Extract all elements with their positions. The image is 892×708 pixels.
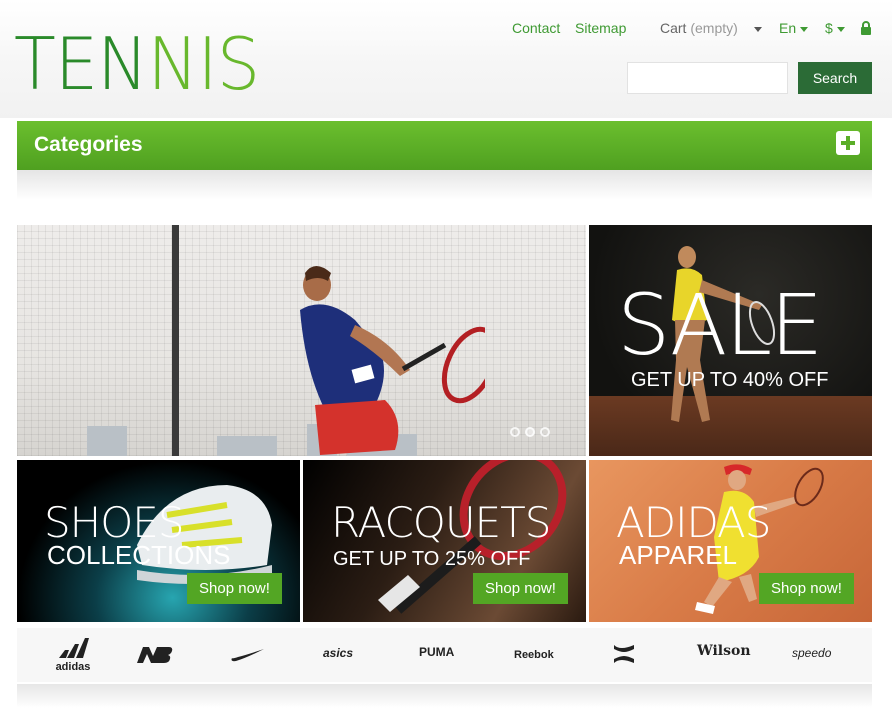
shop-now-button[interactable]: Shop now! bbox=[187, 573, 282, 604]
cart-dropdown[interactable]: Cart (empty) bbox=[660, 20, 762, 36]
city-building bbox=[217, 436, 277, 456]
brand-logos: adidas asics PUMA Reebok Wilson speedo bbox=[17, 628, 872, 682]
expand-plus-icon[interactable] bbox=[836, 131, 860, 155]
sitemap-link[interactable]: Sitemap bbox=[575, 20, 626, 36]
wilson-logo[interactable]: Wilson bbox=[697, 643, 751, 659]
currency-label: $ bbox=[825, 20, 833, 36]
racquets-banner[interactable]: RACQUETS GET UP TO 25% OFF Shop now! bbox=[303, 460, 586, 622]
search-input[interactable] bbox=[627, 62, 788, 94]
slider-dot[interactable] bbox=[510, 427, 520, 437]
reebok-logo[interactable]: Reebok bbox=[514, 649, 554, 661]
contact-link[interactable]: Contact bbox=[512, 20, 560, 36]
under-armour-logo[interactable] bbox=[610, 643, 638, 670]
new-balance-icon bbox=[137, 647, 173, 663]
tennis-player-image bbox=[300, 266, 485, 455]
adidas-heading: ADIDAS bbox=[616, 498, 771, 547]
adidas-logo[interactable]: adidas bbox=[53, 638, 93, 673]
sale-title: SALE bbox=[617, 276, 823, 374]
cart-label: Cart bbox=[660, 20, 687, 36]
nike-swoosh-icon bbox=[231, 649, 264, 662]
racquets-heading: RACQUETS bbox=[331, 498, 551, 547]
under-armour-icon bbox=[614, 645, 634, 663]
language-dropdown[interactable]: En bbox=[779, 20, 809, 36]
racquets-subheading: GET UP TO 25% OFF bbox=[333, 548, 531, 570]
sale-banner[interactable]: SALE GET UP TO 40% OFF bbox=[589, 225, 872, 456]
top-links: Contact Sitemap Cart (empty) En $ bbox=[0, 20, 892, 40]
categories-shadow bbox=[17, 170, 872, 200]
lock-icon[interactable] bbox=[860, 21, 872, 38]
chevron-down-icon bbox=[753, 26, 762, 32]
net-pole bbox=[172, 225, 179, 456]
adidas-subheading: APPAREL bbox=[619, 540, 738, 570]
asics-logo[interactable]: asics bbox=[323, 646, 353, 660]
shoes-subheading: COLLECTIONS bbox=[47, 540, 231, 570]
hero-slider[interactable] bbox=[17, 225, 586, 456]
cart-status: (empty) bbox=[690, 20, 738, 36]
sale-subtitle: GET UP TO 40% OFF bbox=[631, 369, 829, 391]
new-balance-logo[interactable] bbox=[135, 645, 173, 670]
slider-dot[interactable] bbox=[540, 427, 550, 437]
adidas-stripes-icon bbox=[59, 638, 89, 658]
chevron-down-icon bbox=[836, 26, 845, 32]
shop-now-button[interactable]: Shop now! bbox=[759, 573, 854, 604]
shoes-banner[interactable]: SHOES COLLECTIONS Shop now! bbox=[17, 460, 300, 622]
shop-now-button[interactable]: Shop now! bbox=[473, 573, 568, 604]
categories-title: Categories bbox=[34, 133, 143, 156]
brand-adidas-label: adidas bbox=[55, 661, 91, 673]
adidas-banner[interactable]: ADIDAS APPAREL Shop now! bbox=[589, 460, 872, 622]
nike-logo[interactable] bbox=[230, 648, 266, 667]
footer-shadow bbox=[17, 684, 872, 708]
slider-dot-active[interactable] bbox=[525, 427, 535, 437]
shoes-heading: SHOES bbox=[44, 498, 184, 547]
language-label: En bbox=[779, 20, 797, 36]
search-button[interactable]: Search bbox=[798, 62, 872, 94]
city-building bbox=[87, 426, 127, 456]
puma-logo[interactable]: PUMA bbox=[419, 645, 454, 659]
categories-bar[interactable]: Categories bbox=[17, 121, 872, 170]
site-header: TENNIS Contact Sitemap Cart (empty) En $… bbox=[0, 0, 892, 118]
speedo-logo[interactable]: speedo bbox=[792, 646, 831, 660]
currency-dropdown[interactable]: $ bbox=[825, 20, 845, 36]
chevron-down-icon bbox=[800, 26, 809, 32]
